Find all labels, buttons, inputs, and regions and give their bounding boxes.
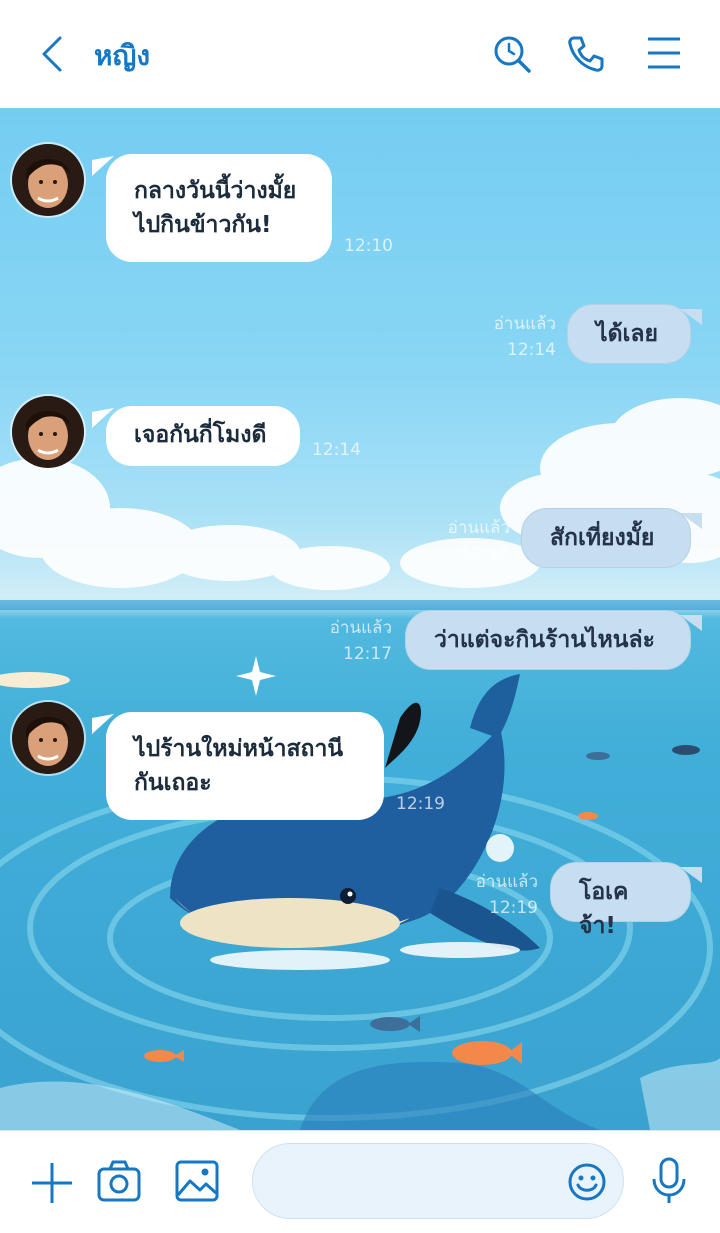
chat-header: หญิง [0, 0, 720, 109]
message-time: 12:14 [507, 340, 556, 360]
contact-avatar[interactable] [12, 702, 84, 774]
microphone-icon[interactable] [650, 1157, 688, 1205]
message-input[interactable] [277, 1162, 561, 1202]
read-receipt: อ่านแล้ว [447, 518, 510, 538]
message-time: 12:19 [396, 794, 445, 814]
message-input-container[interactable] [252, 1143, 624, 1219]
message-bubble-incoming[interactable]: ไปร้านใหม่หน้าสถานี กันเถอะ [106, 712, 384, 820]
chat-title: หญิง [94, 39, 150, 72]
message-bubble-outgoing[interactable]: โอเคจ้า! [550, 862, 702, 939]
image-icon[interactable] [174, 1159, 220, 1203]
message-time: 12:16 [461, 544, 510, 564]
camera-icon[interactable] [96, 1159, 142, 1203]
plus-icon[interactable] [30, 1161, 74, 1205]
contact-avatar[interactable] [12, 396, 84, 468]
read-receipt: อ่านแล้ว [475, 872, 538, 892]
message-text-line: กลางวันนี้ว่างมั้ย [134, 178, 297, 204]
message-text-line: ไปกินข้าวกัน! [134, 212, 272, 238]
message-text-line: ไปร้านใหม่หน้าสถานี [134, 736, 344, 762]
message-time: 12:17 [343, 644, 392, 664]
read-receipt: อ่านแล้ว [329, 618, 392, 638]
chat-area[interactable]: กลางวันนี้ว่างมั้ย ไปกินข้าวกัน! 12:10 อ… [0, 108, 720, 1130]
contact-avatar[interactable] [12, 144, 84, 216]
message-text: ว่าแต่จะกินร้านไหนล่ะ [434, 627, 655, 653]
message-text: สักเที่ยงมั้ย [550, 525, 655, 551]
chevron-left-icon[interactable] [36, 34, 68, 74]
message-composer [0, 1130, 720, 1233]
message-time: 12:14 [312, 440, 361, 460]
woman-portrait-icon [12, 396, 84, 468]
menu-icon[interactable] [646, 36, 682, 70]
message-text-line: กันเถอะ [134, 770, 212, 796]
message-bubble-incoming[interactable]: กลางวันนี้ว่างมั้ย ไปกินข้าวกัน! [106, 154, 332, 262]
phone-icon[interactable] [566, 34, 606, 74]
message-time: 12:10 [344, 236, 393, 256]
message-time: 12:19 [489, 898, 538, 918]
woman-portrait-icon [12, 144, 84, 216]
message-bubble-outgoing[interactable]: ได้เลย [567, 304, 702, 364]
message-bubble-incoming[interactable]: เจอกันกี่โมงดี [106, 406, 300, 466]
message-text: เจอกันกี่โมงดี [134, 422, 267, 448]
woman-portrait-icon [12, 702, 84, 774]
search-icon[interactable] [492, 34, 532, 74]
smiley-icon[interactable] [567, 1162, 607, 1202]
message-text: ได้เลย [596, 321, 658, 347]
message-bubble-outgoing[interactable]: สักเที่ยงมั้ย [521, 508, 702, 568]
read-receipt: อ่านแล้ว [493, 314, 556, 334]
message-bubble-outgoing[interactable]: ว่าแต่จะกินร้านไหนล่ะ [405, 610, 702, 670]
